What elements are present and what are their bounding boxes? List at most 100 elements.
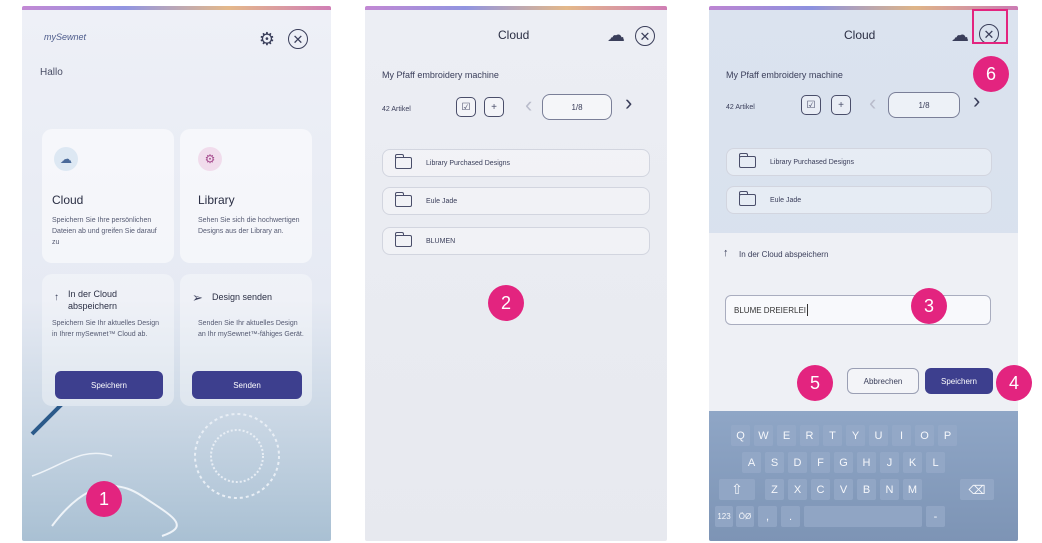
select-multiple-icon[interactable]: ☑ <box>456 97 476 117</box>
cloud-icon[interactable]: ☁ <box>949 24 971 46</box>
home-screen: mySewnet ⚙ ✕ Hallo ☁ Cloud Speichern Sie… <box>22 6 331 541</box>
folder-row[interactable]: BLUMEN <box>382 227 650 255</box>
item-count: 42 Artikel <box>726 104 755 111</box>
key[interactable]: G <box>834 452 853 473</box>
step-marker-6: 6 <box>973 56 1009 92</box>
key[interactable]: C <box>811 479 830 500</box>
key[interactable]: P <box>938 425 957 446</box>
key[interactable]: S <box>765 452 784 473</box>
key[interactable]: I <box>892 425 911 446</box>
folder-label: Library Purchased Designs <box>426 159 511 167</box>
step-marker-3: 3 <box>911 288 947 324</box>
backspace-key-icon[interactable]: ⌫ <box>960 479 994 500</box>
cloud-card-title: Cloud <box>52 193 84 207</box>
send-design-card-description: Senden Sie Ihr aktuelles Design an Ihr m… <box>198 320 304 338</box>
next-page-arrow-icon[interactable]: › <box>625 92 632 114</box>
key[interactable]: R <box>800 425 819 446</box>
key[interactable]: K <box>903 452 922 473</box>
page-indicator: 1/8 <box>888 92 960 118</box>
filename-input[interactable]: BLUME DREIERLEI <box>725 295 991 325</box>
key[interactable]: Z <box>765 479 784 500</box>
save-button[interactable]: Speichern <box>925 368 993 394</box>
select-multiple-icon[interactable]: ☑ <box>801 95 821 115</box>
folder-label: BLUMEN <box>426 237 456 245</box>
cloud-card[interactable]: ☁ Cloud Speichern Sie Ihre persönlichen … <box>42 129 174 263</box>
key[interactable]: F <box>811 452 830 473</box>
key[interactable]: O <box>915 425 934 446</box>
key[interactable]: X <box>788 479 807 500</box>
library-card[interactable]: ⚙ Library Sehen Sie sich die hochwertige… <box>180 129 312 263</box>
new-folder-icon[interactable]: + <box>484 97 504 117</box>
upload-icon: ↑ <box>54 292 59 303</box>
comma-key[interactable]: , <box>758 506 777 527</box>
cloud-card-description: Speichern Sie Ihre persönlichen Dateien … <box>52 217 157 246</box>
page-indicator: 1/8 <box>542 94 612 120</box>
folder-icon <box>738 191 756 206</box>
language-key[interactable]: ÖØ <box>736 506 754 527</box>
step-marker-4: 4 <box>996 365 1032 401</box>
folder-label: Library Purchased Designs <box>770 158 855 166</box>
key[interactable]: M <box>903 479 922 500</box>
greeting-text: Hallo <box>40 67 63 78</box>
on-screen-keyboard: Q W E R T Y U I O P A S D F G H J K L ⇧ … <box>709 411 1018 541</box>
folder-icon <box>394 154 412 169</box>
embroidery-flower-photo <box>30 406 280 537</box>
send-design-card-title: Design senden <box>212 292 273 302</box>
color-stripe <box>365 6 667 10</box>
close-icon[interactable]: ✕ <box>288 29 308 49</box>
period-key[interactable]: . <box>781 506 800 527</box>
prev-page-arrow-icon[interactable]: ‹ <box>525 94 532 116</box>
save-button[interactable]: Speichern <box>55 371 163 399</box>
close-icon-highlight <box>972 9 1008 44</box>
upload-icon: ↑ <box>723 247 729 259</box>
key[interactable]: N <box>880 479 899 500</box>
key[interactable]: J <box>880 452 899 473</box>
folder-row[interactable]: Library Purchased Designs <box>726 148 992 176</box>
key[interactable]: E <box>777 425 796 446</box>
folder-row[interactable]: Library Purchased Designs <box>382 149 650 177</box>
key[interactable]: L <box>926 452 945 473</box>
page-title: Cloud <box>844 28 876 42</box>
item-count: 42 Artikel <box>382 106 411 113</box>
close-icon[interactable]: ✕ <box>635 26 655 46</box>
folder-row[interactable]: Eule Jade <box>382 187 650 215</box>
key[interactable]: A <box>742 452 761 473</box>
page-title: Cloud <box>498 28 530 42</box>
text-cursor <box>807 304 809 316</box>
library-gear-icon: ⚙ <box>198 147 222 171</box>
machine-name: My Pfaff embroidery machine <box>726 70 843 80</box>
key[interactable]: Y <box>846 425 865 446</box>
new-folder-icon[interactable]: + <box>831 95 851 115</box>
key[interactable]: D <box>788 452 807 473</box>
step-marker-1: 1 <box>86 481 122 517</box>
cancel-button[interactable]: Abbrechen <box>847 368 919 394</box>
key[interactable]: W <box>754 425 773 446</box>
library-card-title: Library <box>198 193 235 207</box>
key[interactable]: U <box>869 425 888 446</box>
key[interactable]: Q <box>731 425 750 446</box>
filename-value: BLUME DREIERLEI <box>734 305 807 315</box>
folder-label: Eule Jade <box>770 196 802 204</box>
cloud-icon[interactable]: ☁ <box>605 24 627 46</box>
numbers-key[interactable]: 123 <box>715 506 733 527</box>
key[interactable]: T <box>823 425 842 446</box>
prev-page-arrow-icon[interactable]: ‹ <box>869 92 876 114</box>
folder-icon <box>738 153 756 168</box>
folder-row[interactable]: Eule Jade <box>726 186 992 214</box>
folder-icon <box>394 192 412 207</box>
key[interactable]: B <box>857 479 876 500</box>
next-page-arrow-icon[interactable]: › <box>973 90 980 112</box>
send-button[interactable]: Senden <box>192 371 302 399</box>
space-key[interactable] <box>804 506 922 527</box>
library-card-description: Sehen Sie sich die hochwertigen Designs … <box>198 217 300 235</box>
machine-name: My Pfaff embroidery machine <box>382 70 499 80</box>
cloud-save-screen: Cloud ☁ ✕ My Pfaff embroidery machine 42… <box>709 6 1018 541</box>
cloud-browser-screen: Cloud ☁ ✕ My Pfaff embroidery machine 42… <box>365 6 667 541</box>
key[interactable]: V <box>834 479 853 500</box>
dash-key[interactable]: - <box>926 506 945 527</box>
settings-gear-icon[interactable]: ⚙ <box>256 28 278 50</box>
send-arrow-icon: ➢ <box>192 290 203 305</box>
shift-key-icon[interactable]: ⇧ <box>719 479 755 500</box>
key[interactable]: H <box>857 452 876 473</box>
save-dialog-heading: In der Cloud abspeichern <box>739 250 829 259</box>
